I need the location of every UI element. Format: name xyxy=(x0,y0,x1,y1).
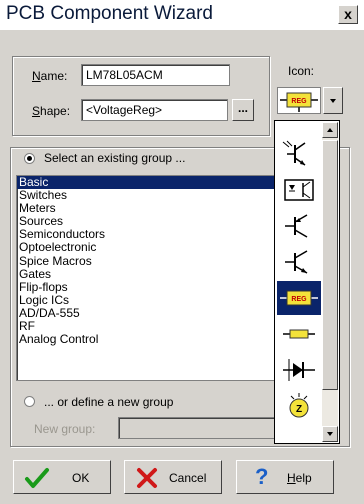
icon-option-npn-2[interactable] xyxy=(277,245,321,279)
help-icon: ? xyxy=(255,464,269,489)
ok-button[interactable]: OK xyxy=(13,460,111,494)
icon-selector[interactable]: REG xyxy=(277,87,346,114)
icon-option-npn[interactable] xyxy=(277,137,321,171)
fuse-icon xyxy=(283,329,315,339)
group-list-item[interactable]: AD/DA-555 xyxy=(17,306,285,320)
scroll-down-arrow[interactable] xyxy=(322,426,338,442)
title-bar: PCB Component Wizard x xyxy=(0,0,364,30)
shape-label: Shape: xyxy=(32,104,71,118)
close-icon xyxy=(137,468,157,488)
help-button[interactable]: ? Help xyxy=(236,460,334,494)
new-group-label: New group: xyxy=(34,422,96,436)
group-list-item[interactable]: Switches xyxy=(17,189,285,202)
cancel-button[interactable]: Cancel xyxy=(124,460,222,494)
svg-text:Z: Z xyxy=(296,404,302,415)
group-list-item[interactable]: Gates xyxy=(17,267,285,281)
icon-option-diode-switch[interactable] xyxy=(277,353,321,387)
browse-button[interactable]: ... xyxy=(232,99,254,121)
npn-transistor-icon xyxy=(282,140,306,166)
select-existing-label: Select an existing group ... xyxy=(44,151,186,165)
ok-label: OK xyxy=(72,471,90,485)
chevron-up-icon xyxy=(327,128,333,132)
name-field[interactable]: LM78L05ACM xyxy=(81,64,230,86)
close-button[interactable]: x xyxy=(338,5,358,24)
icon-dropdown-list[interactable]: REG Z xyxy=(274,120,340,444)
chevron-down-icon xyxy=(330,99,336,103)
cancel-label: Cancel xyxy=(169,471,207,485)
regulator-icon: REG xyxy=(280,290,318,306)
group-list-item[interactable]: Spice Macros xyxy=(17,254,285,268)
name-label: Name: xyxy=(32,69,68,83)
npn-transistor-icon xyxy=(285,250,308,274)
svg-text:REG: REG xyxy=(291,98,307,105)
svg-text:REG: REG xyxy=(291,296,307,303)
icon-option-pnp[interactable] xyxy=(277,209,321,243)
group-list-item[interactable]: Optoelectronic xyxy=(17,241,285,254)
pnp-transistor-icon xyxy=(285,214,308,238)
checkmark-icon xyxy=(25,468,49,488)
group-list-item[interactable]: Flip-flops xyxy=(17,280,285,294)
window-title: PCB Component Wizard xyxy=(6,3,213,24)
group-list-item[interactable]: Logic ICs xyxy=(17,293,285,307)
shape-field[interactable]: <VoltageReg> xyxy=(81,99,228,121)
buzzer-icon: Z xyxy=(289,393,309,418)
scroll-thumb[interactable] xyxy=(322,140,338,390)
diode-icon xyxy=(283,359,315,381)
icon-label: Icon: xyxy=(288,64,315,78)
chevron-down-icon xyxy=(327,432,333,436)
help-label: Help xyxy=(287,471,312,485)
group-list[interactable]: Basic Switches Meters Sources Semiconductors… xyxy=(16,175,286,381)
define-new-label: ... or define a new group xyxy=(44,395,174,409)
icon-option-buzzer[interactable]: Z xyxy=(277,389,321,423)
optocoupler-icon xyxy=(284,179,314,201)
new-group-field[interactable] xyxy=(118,417,276,439)
icon-option-regulator[interactable]: REG xyxy=(277,281,321,315)
icon-option-fuse[interactable] xyxy=(277,317,321,351)
icon-list-scrollbar[interactable] xyxy=(322,122,338,442)
icon-preview: REG xyxy=(277,87,321,114)
group-list-item[interactable]: Analog Control xyxy=(17,333,285,346)
define-new-radio[interactable] xyxy=(24,396,35,407)
icon-dropdown-button[interactable] xyxy=(323,87,343,114)
select-existing-radio[interactable] xyxy=(24,153,35,164)
scroll-up-arrow[interactable] xyxy=(322,122,338,138)
icon-option-optocoupler[interactable] xyxy=(277,173,321,207)
regulator-icon: REG xyxy=(280,92,318,112)
